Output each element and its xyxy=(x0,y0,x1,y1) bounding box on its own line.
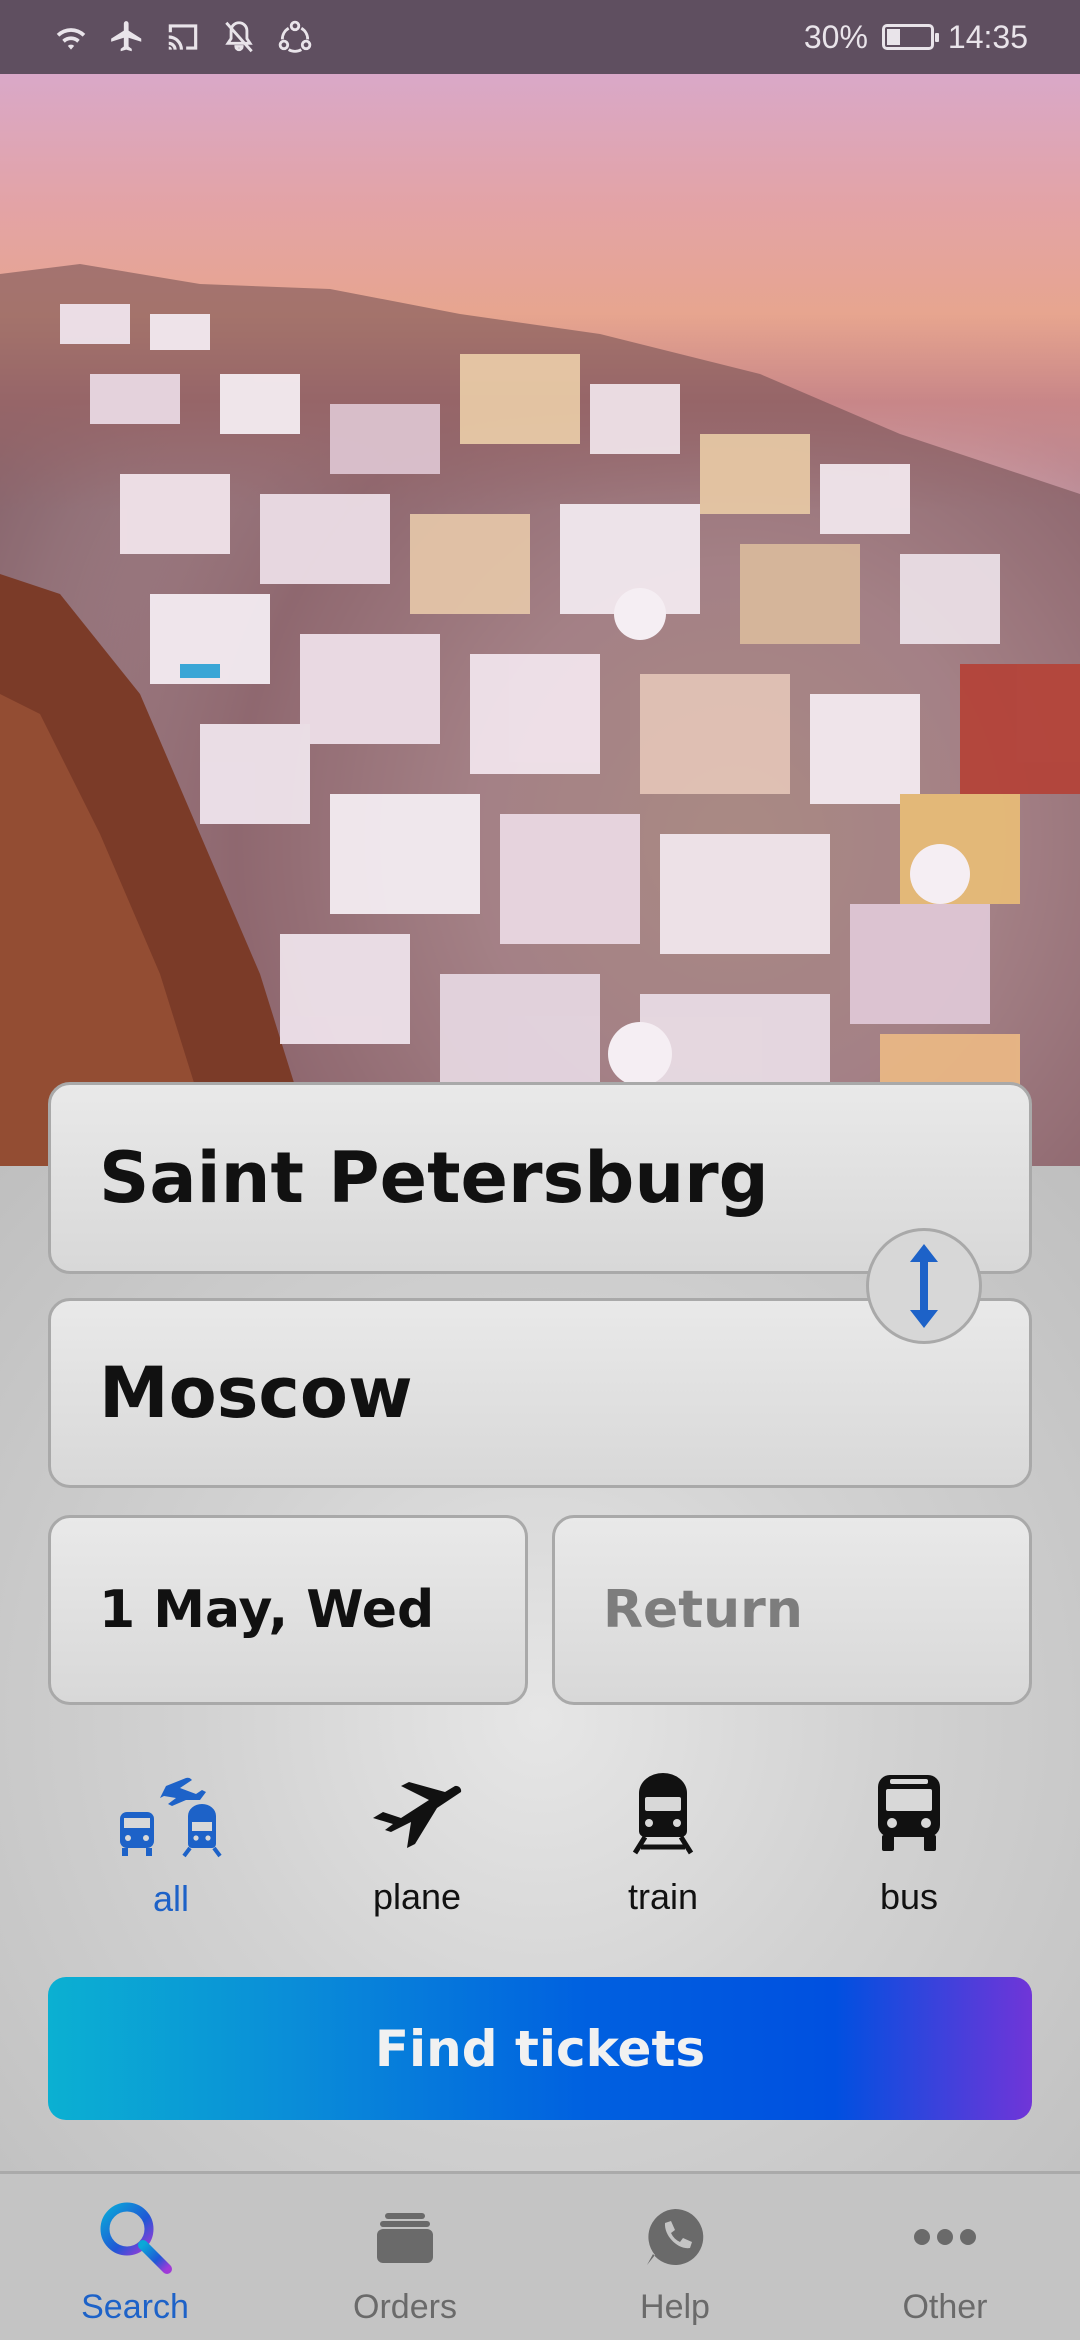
search-icon xyxy=(100,2202,172,2274)
orders-icon xyxy=(377,2213,433,2263)
mode-all-label: all xyxy=(152,1878,190,1919)
departure-date-field[interactable]: 1 May, Wed xyxy=(48,1515,528,1705)
santorini-illustration xyxy=(0,264,1080,1166)
cast-icon xyxy=(168,24,198,50)
mode-bus[interactable]: bus xyxy=(786,1768,1032,1918)
all-transport-icon xyxy=(120,1777,222,1858)
return-date-field[interactable]: Return xyxy=(552,1515,1032,1705)
train-icon xyxy=(632,1773,694,1855)
from-city-value: Saint Petersburg xyxy=(99,1137,769,1219)
transport-mode-selector: all plane train bus xyxy=(48,1768,1032,1919)
swap-cities-button[interactable] xyxy=(866,1228,982,1344)
nav-search[interactable]: Search xyxy=(0,2174,270,2340)
plane-icon xyxy=(373,1782,462,1848)
nav-help[interactable]: Help xyxy=(540,2174,810,2340)
more-icon xyxy=(914,2229,976,2245)
mode-train-label: train xyxy=(627,1876,699,1917)
mode-plane[interactable]: plane xyxy=(294,1768,540,1918)
nav-other[interactable]: Other xyxy=(810,2174,1080,2340)
status-bar: 30% 14:35 xyxy=(0,0,1080,74)
battery-level xyxy=(886,29,900,45)
return-date-placeholder: Return xyxy=(603,1580,803,1640)
to-city-value: Moscow xyxy=(99,1352,413,1434)
nav-orders[interactable]: Orders xyxy=(270,2174,540,2340)
battery-percent: 30% xyxy=(803,18,868,55)
find-tickets-button[interactable]: Find tickets xyxy=(48,1977,1032,2120)
mode-train[interactable]: train xyxy=(540,1768,786,1918)
departure-date-value: 1 May, Wed xyxy=(99,1580,435,1640)
battery-icon xyxy=(881,24,939,50)
mode-plane-label: plane xyxy=(372,1876,462,1917)
status-icons xyxy=(52,18,314,56)
status-right: 30% 14:35 xyxy=(804,19,1028,56)
hero-image xyxy=(0,74,1080,1166)
clock: 14:35 xyxy=(947,18,1028,55)
nav-orders-label: Orders xyxy=(353,2288,457,2326)
help-icon xyxy=(647,2208,704,2265)
wifi-icon xyxy=(56,28,86,50)
sync-icon xyxy=(278,20,312,53)
swap-vertical-icon xyxy=(910,1244,938,1328)
notifications-off-icon xyxy=(225,21,253,53)
bus-icon xyxy=(878,1775,940,1851)
nav-help-label: Help xyxy=(640,2288,710,2326)
mode-all[interactable]: all xyxy=(48,1768,294,1919)
mode-bus-label: bus xyxy=(879,1876,939,1917)
nav-search-label: Search xyxy=(81,2288,189,2326)
airplane-mode-icon xyxy=(111,21,142,52)
bottom-navigation: Search Orders Help Other xyxy=(0,2171,1080,2340)
nav-other-label: Other xyxy=(902,2288,988,2326)
